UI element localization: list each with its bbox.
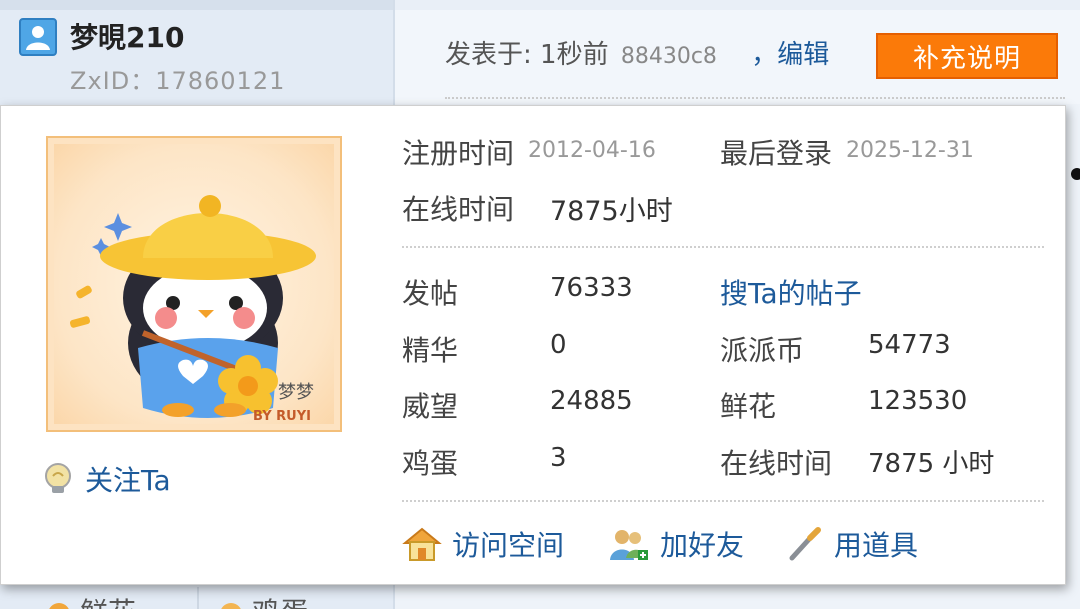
post-hash: 88430c8: [620, 44, 717, 69]
username[interactable]: 梦晛210: [70, 16, 184, 56]
stats-divider-top: [402, 246, 1044, 248]
visit-space-link[interactable]: 访问空间: [402, 524, 564, 564]
flowers-tab-label: 鲜花: [80, 596, 136, 609]
tab-divider: [197, 587, 199, 609]
header-top-strip: [395, 0, 1080, 10]
coins-value: 54773: [868, 330, 951, 360]
posts-value: 76333: [550, 273, 633, 303]
stats-divider-bottom: [402, 500, 1044, 502]
user-profile-popup: 梦梦 BY RUYI 关注Ta 注册时间 2012-04-16 最后登录 202…: [0, 105, 1066, 585]
posts-label: 发帖: [402, 277, 459, 310]
supplement-button[interactable]: 补充说明: [876, 33, 1058, 79]
online-time-label-2: 在线时间: [720, 447, 833, 480]
prestige-label: 威望: [402, 390, 459, 423]
eggs-value: 3: [550, 443, 567, 473]
follow-link[interactable]: 关注Ta: [41, 459, 171, 499]
add-friend-link[interactable]: 加好友: [608, 524, 744, 564]
online-time-value-2: 7875 小时: [868, 449, 995, 479]
flowers-tab[interactable]: 鲜花: [48, 591, 136, 609]
eggs-tab-label: 鸡蛋: [252, 596, 308, 609]
scroll-marker: [1071, 168, 1080, 180]
online-time-value: 7875小时: [550, 196, 673, 227]
coins-label: 派派币: [720, 334, 805, 367]
use-item-label: 用道具: [834, 529, 919, 562]
add-friend-icon: [610, 530, 648, 560]
wand-icon: [789, 527, 821, 561]
flowers-value: 123530: [868, 386, 968, 416]
sidebar-top-strip: [0, 0, 393, 10]
rating-tabs: 鲜花 鸡蛋: [0, 587, 393, 609]
house-icon: [402, 527, 442, 561]
last-login-date: 2025-12-31: [846, 138, 974, 163]
eggs-tab[interactable]: 鸡蛋: [220, 591, 308, 609]
penguin-avatar-image: 梦梦 BY RUYI: [69, 195, 316, 424]
posted-time: 发表于: 1秒前: [445, 40, 609, 70]
last-login-label: 最后登录: [720, 137, 833, 170]
prestige-value: 24885: [550, 386, 633, 416]
flower-icon: [48, 603, 70, 609]
post-meta: 发表于: 1秒前 88430c8 ，编辑: [445, 34, 829, 71]
follow-label: 关注Ta: [85, 464, 171, 497]
essence-label: 精华: [402, 334, 459, 367]
avatar-signature: 梦梦: [278, 382, 314, 403]
essence-value: 0: [550, 330, 567, 360]
online-time-label: 在线时间: [402, 193, 515, 226]
avatar-tag: BY RUYI: [253, 409, 311, 424]
zxid: ZxID：17860121: [70, 61, 285, 96]
add-friend-label: 加好友: [660, 529, 745, 562]
use-item-link[interactable]: 用道具: [786, 524, 918, 564]
visit-space-label: 访问空间: [452, 529, 565, 562]
bulb-icon: [45, 463, 71, 493]
register-date: 2012-04-16: [528, 138, 656, 163]
header-divider: [445, 97, 1065, 99]
zxid-label: ZxID：: [70, 67, 156, 95]
edit-link[interactable]: ，编辑: [751, 40, 829, 70]
search-posts-link[interactable]: 搜Ta的帖子: [720, 272, 862, 312]
zxid-value: 17860121: [155, 67, 286, 95]
user-icon[interactable]: [19, 18, 57, 56]
register-label: 注册时间: [402, 137, 515, 170]
avatar[interactable]: 梦梦 BY RUYI: [46, 136, 342, 432]
egg-icon: [220, 603, 242, 609]
flowers-label: 鲜花: [720, 390, 777, 423]
eggs-label: 鸡蛋: [402, 447, 459, 480]
